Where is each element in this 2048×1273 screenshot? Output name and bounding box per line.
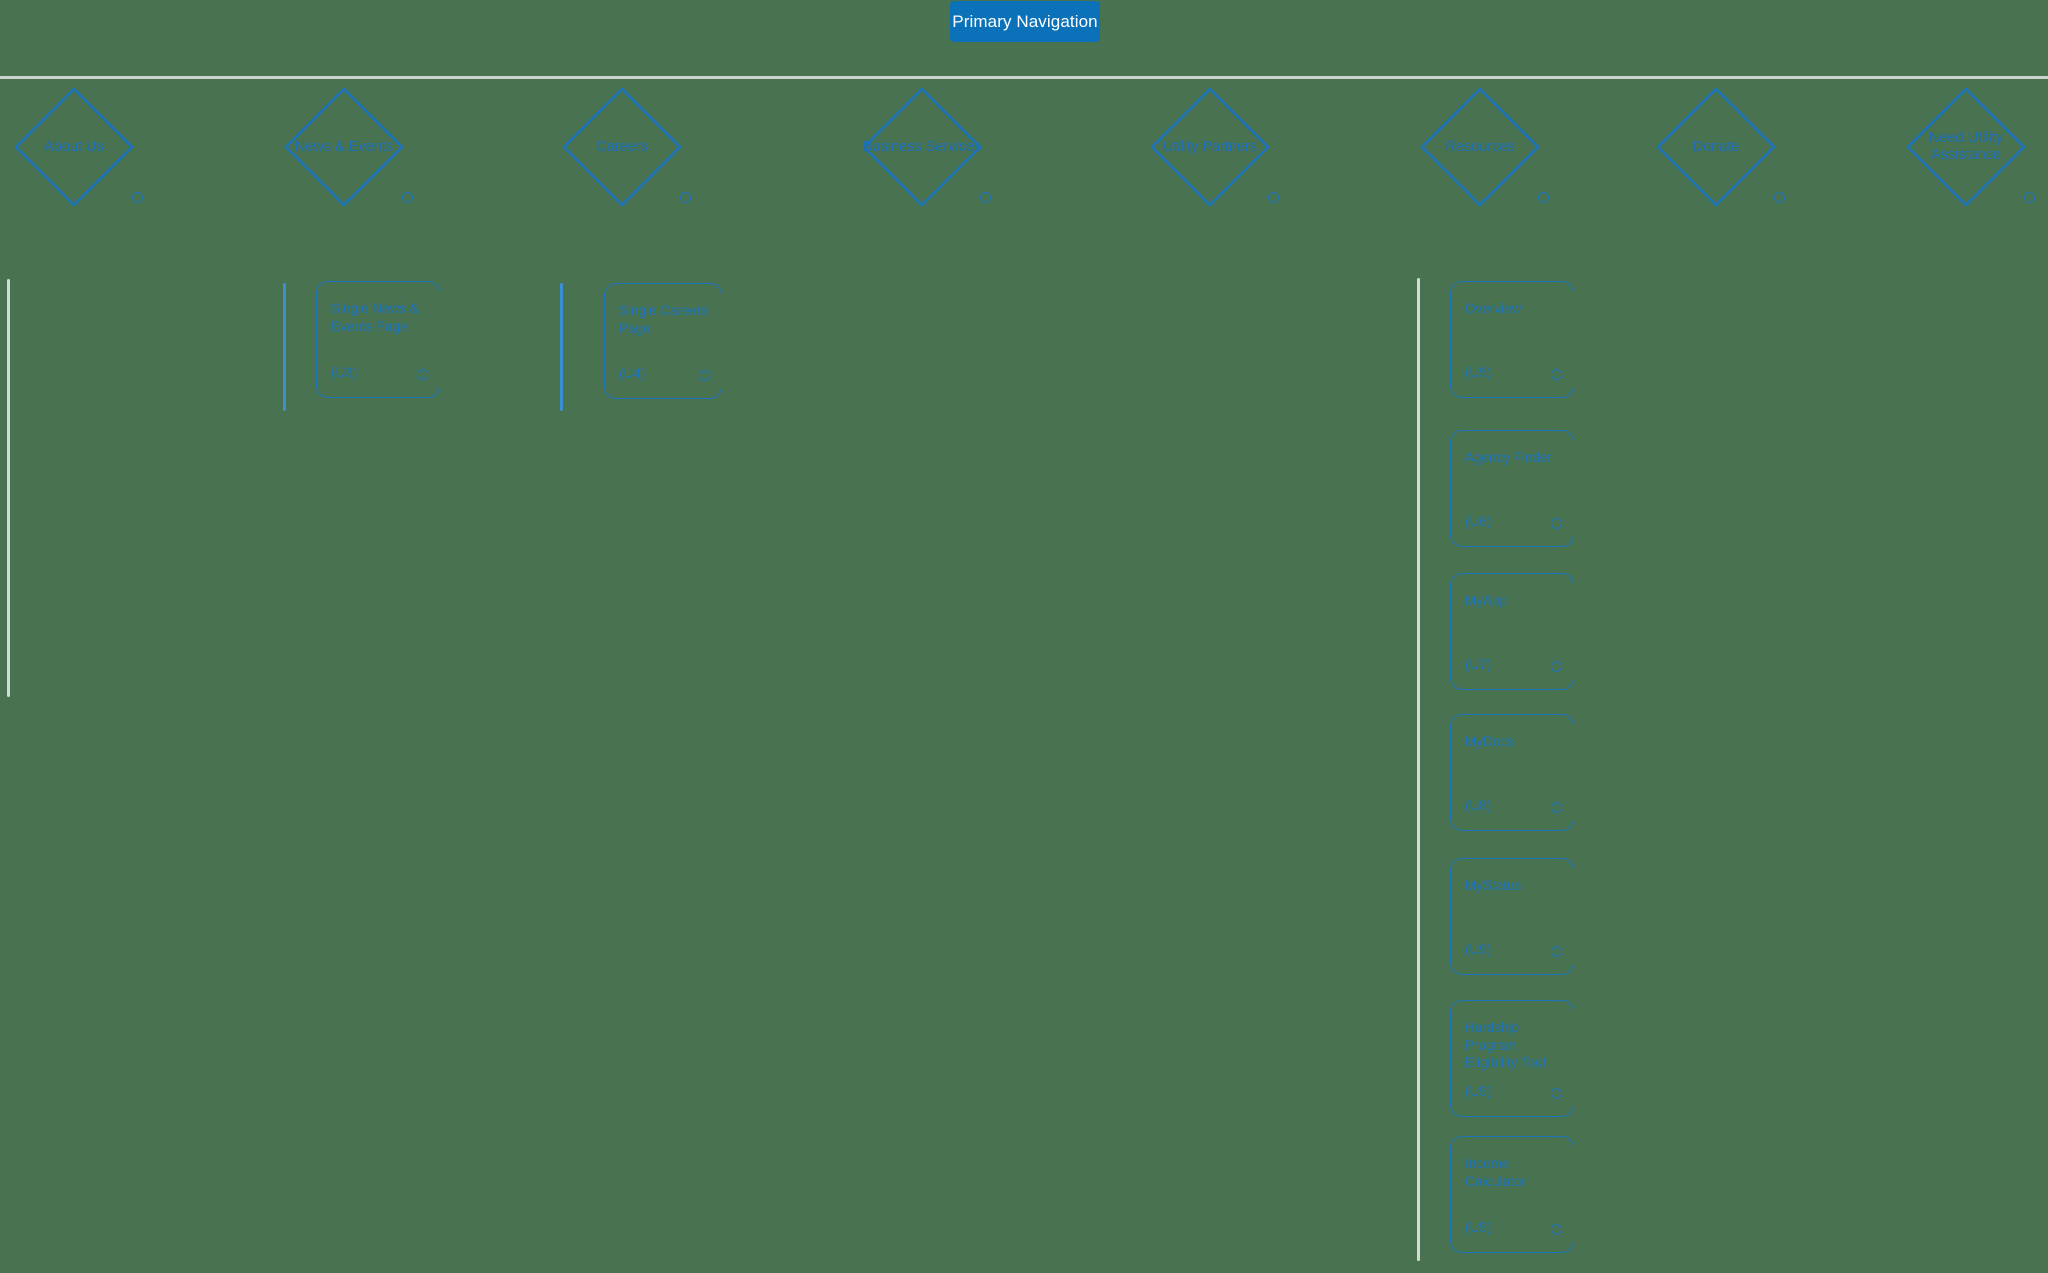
- nav-node-need-assistance[interactable]: Need Utility Assistance: [1904, 85, 2035, 209]
- page-card-title: MyDocs: [1465, 734, 1514, 749]
- card-status-circle-icon: [1551, 369, 1562, 380]
- diamond-icon: [1654, 85, 1778, 209]
- card-status-circle-icon: [1551, 802, 1562, 813]
- card-status-circle-icon: [1551, 1088, 1562, 1099]
- careers-connector: [560, 283, 563, 411]
- page-card-single-news-events-page[interactable]: Single News & Events Page (U3): [316, 281, 440, 398]
- nav-node-careers[interactable]: Careers: [560, 85, 691, 209]
- about-us-connector-rail: [7, 279, 10, 697]
- sitemap-canvas: Primary Navigation About Us News & Events…: [0, 0, 2048, 1273]
- nav-node-utility-partners[interactable]: Utility Partners: [1148, 85, 1279, 209]
- diamond-icon: [560, 85, 684, 209]
- nav-node-donate[interactable]: Donate: [1654, 85, 1785, 209]
- page-card-income-calculator[interactable]: Income Calculator (U5): [1450, 1136, 1574, 1253]
- diamond-icon: [1148, 85, 1272, 209]
- card-status-circle-icon: [699, 370, 710, 381]
- page-card-overview[interactable]: Overview (U5): [1450, 281, 1574, 398]
- card-status-circle-icon: [1551, 518, 1562, 529]
- page-card-title: Overview: [1465, 301, 1522, 316]
- header-divider: [0, 76, 2048, 79]
- node-status-circle-icon: [1774, 192, 1785, 203]
- nav-node-about-us[interactable]: About Us: [12, 85, 143, 209]
- node-status-circle-icon: [2024, 192, 2035, 203]
- page-card-hardship-eligibility[interactable]: Hardship Program Eligibility Tool (U5): [1450, 1000, 1574, 1117]
- page-card-title: MyStatus: [1465, 878, 1522, 893]
- nav-node-business-services[interactable]: Business Services: [860, 85, 991, 209]
- page-card-code: (U5): [1465, 1084, 1492, 1099]
- page-card-code: (U5): [1465, 1220, 1492, 1235]
- diamond-icon: [860, 85, 984, 209]
- nav-node-news-events[interactable]: News & Events: [282, 85, 413, 209]
- resources-connector-rail: [1417, 278, 1420, 1261]
- diamond-icon: [12, 85, 136, 209]
- page-card-code: (U6): [1465, 514, 1492, 529]
- node-status-circle-icon: [680, 192, 691, 203]
- page-card-code: (U7): [1465, 657, 1492, 672]
- page-card-code: (U8): [1465, 798, 1492, 813]
- page-card-title: Single Careers Page: [619, 303, 709, 336]
- page-card-code: (U5): [1465, 365, 1492, 380]
- page-card-mystatus[interactable]: MyStatus (U9): [1450, 858, 1574, 975]
- card-status-circle-icon: [1551, 1224, 1562, 1235]
- node-status-circle-icon: [132, 192, 143, 203]
- diamond-icon: [282, 85, 406, 209]
- page-card-agency-finder[interactable]: Agency Finder (U6): [1450, 430, 1574, 547]
- page-card-mydocs[interactable]: MyDocs (U8): [1450, 714, 1574, 831]
- node-status-circle-icon: [980, 192, 991, 203]
- node-status-circle-icon: [1268, 192, 1279, 203]
- diamond-icon: [1418, 85, 1542, 209]
- page-card-code: (U4): [619, 366, 646, 381]
- nav-node-resources[interactable]: Resources: [1418, 85, 1549, 209]
- news-events-connector: [283, 283, 286, 411]
- page-card-title: Single News & Events Page: [331, 301, 419, 334]
- diamond-icon: [1904, 85, 2028, 209]
- card-status-circle-icon: [1551, 946, 1562, 957]
- page-card-title: MyApp: [1465, 593, 1508, 608]
- card-status-circle-icon: [1551, 661, 1562, 672]
- node-status-circle-icon: [1538, 192, 1549, 203]
- page-card-code: (U9): [1465, 942, 1492, 957]
- page-card-single-careers-page[interactable]: Single Careers Page (U4): [604, 283, 722, 399]
- page-card-code: (U3): [331, 365, 358, 380]
- page-card-title: Income Calculator: [1465, 1156, 1526, 1189]
- page-card-myapp[interactable]: MyApp (U7): [1450, 573, 1574, 690]
- page-card-title: Hardship Program Eligibility Tool: [1465, 1020, 1546, 1070]
- card-status-circle-icon: [417, 369, 428, 380]
- primary-navigation-button[interactable]: Primary Navigation: [950, 1, 1100, 42]
- page-card-title: Agency Finder: [1465, 450, 1553, 465]
- node-status-circle-icon: [402, 192, 413, 203]
